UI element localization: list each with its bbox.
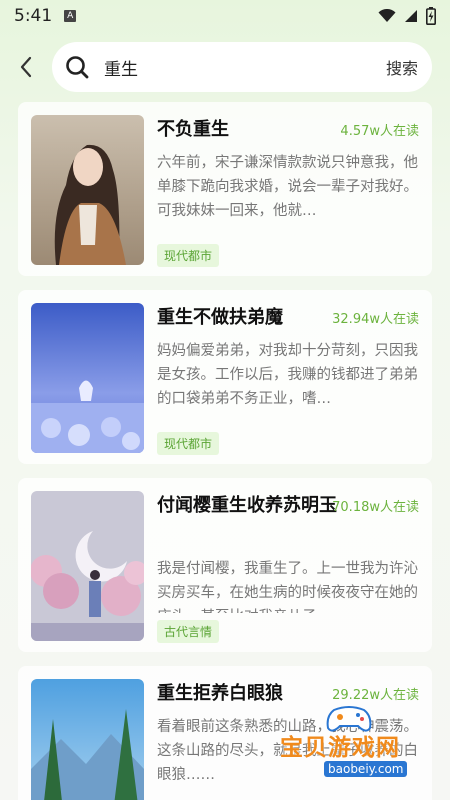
book-title: 重生不做扶弟魔 <box>157 307 283 328</box>
book-title: 付闻樱重生收养苏明玉 <box>157 495 337 516</box>
book-card[interactable]: 重生不做扶弟魔 32.94w人在读 妈妈偏爱弟弟，对我却十分苛刻，只因我是女孩。… <box>18 290 432 464</box>
status-bar: 5:41 A <box>0 0 450 32</box>
search-bar[interactable]: 重生 搜索 <box>52 42 432 92</box>
chevron-left-icon <box>20 56 32 78</box>
book-cover <box>31 115 144 265</box>
search-header: 重生 搜索 <box>0 42 450 92</box>
battery-icon <box>426 7 436 25</box>
watermark-title: 宝贝游戏网 <box>280 735 400 761</box>
watermark-logo: 宝贝游戏网 baobeiy.com <box>268 704 428 784</box>
reader-count: 4.57w人在读 <box>340 124 419 139</box>
book-cover <box>31 491 144 641</box>
back-button[interactable] <box>4 42 48 92</box>
search-input[interactable]: 重生 <box>104 55 386 80</box>
book-title: 不负重生 <box>157 119 229 140</box>
reader-count: 29.22w人在读 <box>332 688 419 703</box>
genre-tag: 现代都市 <box>157 244 220 267</box>
book-description: 六年前，宋子谦深情款款说只钟意我，他单膝下跪向我求婚，说会一辈子对我好。可我妹妹… <box>157 155 418 219</box>
book-description: 妈妈偏爱弟弟，对我却十分苛刻，只因我是女孩。工作以后，我赚的钱都进了弟弟的口袋弟… <box>157 343 418 407</box>
book-cover <box>31 303 144 453</box>
book-description: 我是付闻樱，我重生了。上一世我为许沁买房买车，在她生病的时候夜夜守在她的床头。甚… <box>157 561 418 613</box>
genre-tag: 古代言情 <box>157 620 220 643</box>
watermark-url: baobeiy.com <box>324 761 408 777</box>
genre-tag: 现代都市 <box>157 432 220 455</box>
search-icon <box>64 54 90 80</box>
wifi-icon <box>378 9 396 22</box>
reader-count: 70.18w人在读 <box>332 500 419 515</box>
book-card[interactable]: 付闻樱重生收养苏明玉 70.18w人在读 我是付闻樱，我重生了。上一世我为许沁买… <box>18 478 432 652</box>
status-time: 5:41 <box>14 6 53 26</box>
status-icons <box>378 7 436 25</box>
notification-icon: A <box>64 10 77 22</box>
signal-icon <box>405 10 417 22</box>
search-button[interactable]: 搜索 <box>386 55 418 79</box>
reader-count: 32.94w人在读 <box>332 312 419 327</box>
book-card[interactable]: 不负重生 4.57w人在读 六年前，宋子谦深情款款说只钟意我，他单膝下跪向我求婚… <box>18 102 432 276</box>
book-cover <box>31 679 144 800</box>
